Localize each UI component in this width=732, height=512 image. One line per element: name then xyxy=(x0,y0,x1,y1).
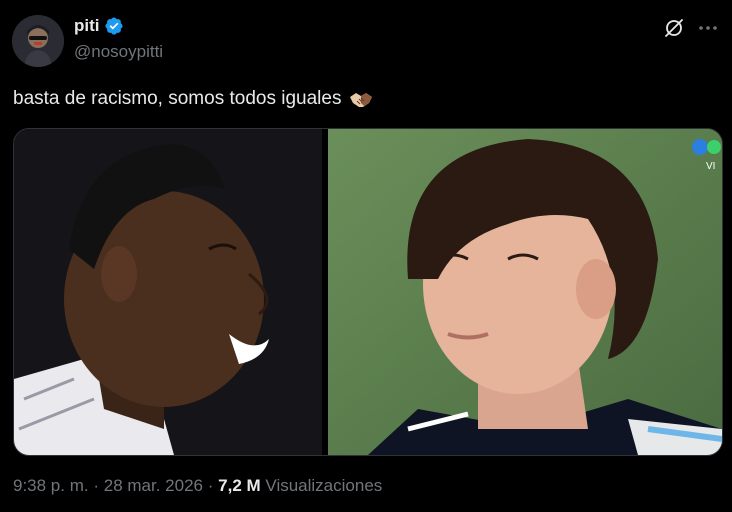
display-name[interactable]: piti xyxy=(74,16,100,36)
tweet-date[interactable]: 28 mar. 2026 xyxy=(104,476,203,496)
user-handle[interactable]: @nosoypitti xyxy=(74,42,163,62)
avatar-image xyxy=(12,15,64,67)
author-block: piti @nosoypitti xyxy=(74,14,163,62)
tweet-body: basta de racismo, somos todos iguales xyxy=(13,88,342,109)
tweet-time[interactable]: 9:38 p. m. xyxy=(13,476,89,496)
tweet-meta: 9:38 p. m. · 28 mar. 2026 · 7,2 M Visual… xyxy=(13,476,382,496)
grok-icon[interactable] xyxy=(664,18,684,38)
verified-badge-icon xyxy=(104,17,123,35)
more-icon[interactable] xyxy=(697,18,719,38)
handshake-emoji xyxy=(350,93,373,107)
player-portrait-right: VI xyxy=(328,129,722,455)
media-photo-left[interactable] xyxy=(14,129,322,455)
avatar[interactable] xyxy=(12,15,64,67)
views-label: Visualizaciones xyxy=(265,476,383,495)
player-portrait-left xyxy=(14,129,322,455)
broadcast-logo-text: VI xyxy=(706,161,715,172)
tweet-text: basta de racismo, somos todos iguales xyxy=(13,88,373,110)
media-photo-right[interactable]: VI xyxy=(328,129,722,455)
media-grid: VI xyxy=(13,128,723,456)
views-count[interactable]: 7,2 M xyxy=(218,476,261,496)
